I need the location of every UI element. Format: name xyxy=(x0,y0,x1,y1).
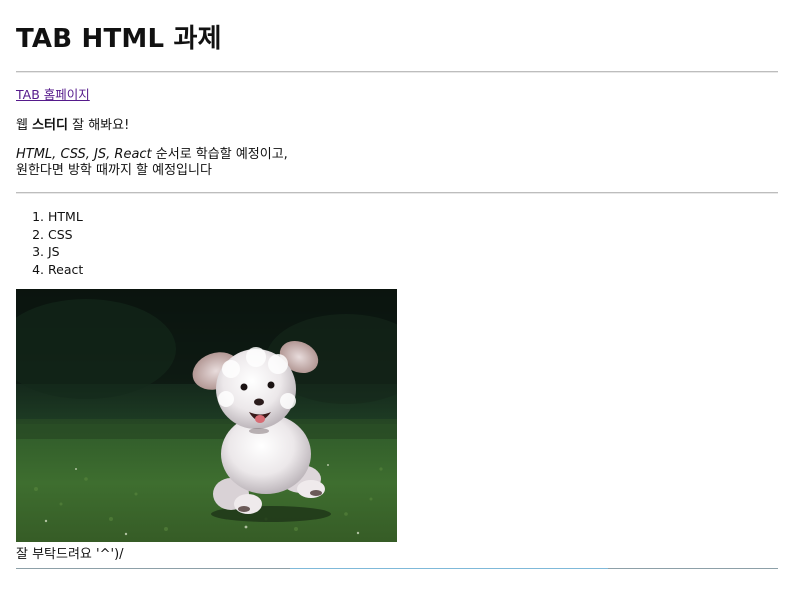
intro-bold: 스터디 xyxy=(32,118,68,133)
list-item: React xyxy=(48,261,83,279)
intro-prefix: 웹 xyxy=(16,118,33,133)
intro-suffix: 잘 해봐요! xyxy=(67,118,130,133)
divider-top xyxy=(16,71,778,73)
tab-homepage-link[interactable]: TAB 홈페이지 xyxy=(16,87,90,103)
list-item: JS xyxy=(48,243,83,261)
photo-caption: 잘 부탁드려요 '^')/ xyxy=(16,547,124,562)
photo-icon xyxy=(16,289,397,542)
plan-italic: HTML, CSS, JS, React xyxy=(16,147,152,162)
divider-middle xyxy=(16,192,778,194)
plan-line2: 원한다면 방학 때까지 할 예정입니다 xyxy=(16,163,212,178)
page-title: TAB HTML 과제 xyxy=(16,24,222,54)
intro-paragraph: 웹 스터디 잘 해봐요! xyxy=(16,117,129,134)
plan-paragraph: HTML, CSS, JS, React 순서로 학습할 예정이고, 원한다면 방… xyxy=(16,147,288,179)
list-item: CSS xyxy=(48,226,83,244)
list-item: HTML xyxy=(48,208,83,226)
dog-photo xyxy=(16,289,397,542)
plan-line1: 순서로 학습할 예정이고, xyxy=(151,147,288,162)
topic-list: HTML CSS JS React xyxy=(16,208,83,278)
divider-bottom-highlight xyxy=(290,568,608,569)
